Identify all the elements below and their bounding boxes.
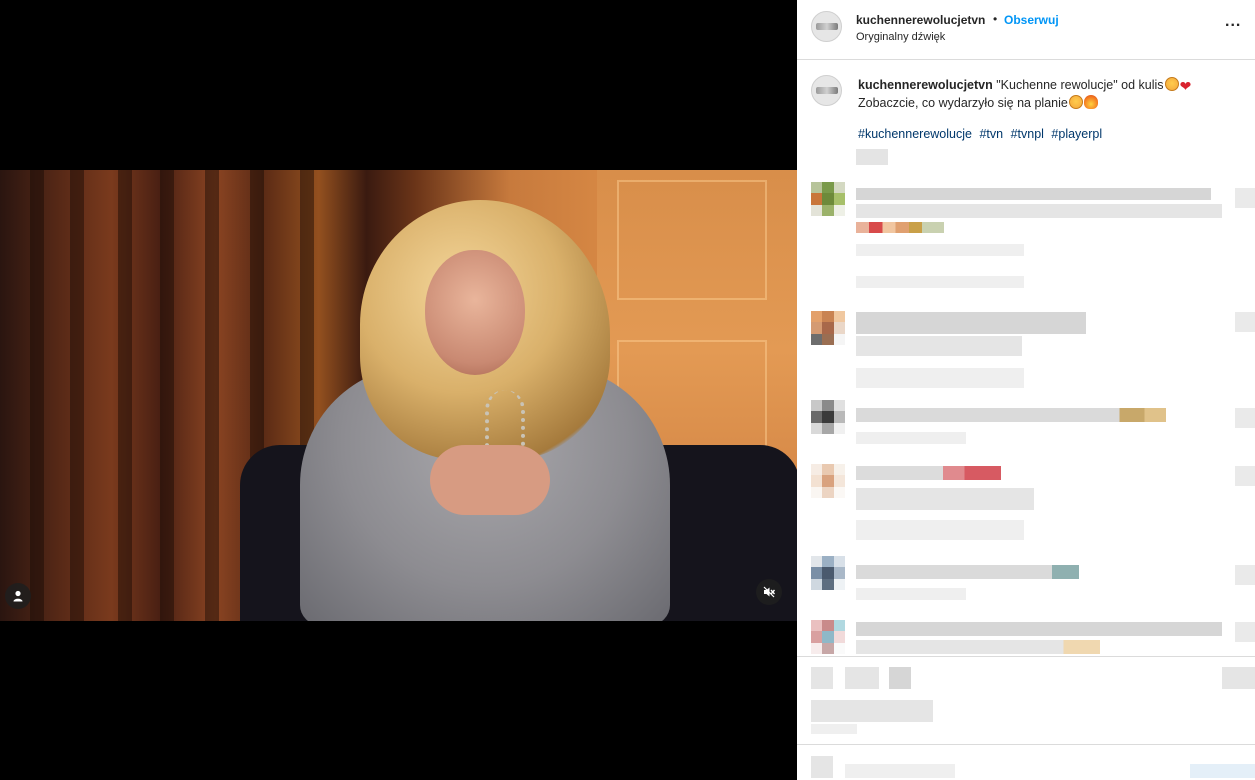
- blurred-comment-meta: [856, 588, 966, 600]
- comment-like-icon[interactable]: [1235, 188, 1255, 208]
- comment-like-icon[interactable]: [1235, 466, 1255, 486]
- blurred-comment-text: [856, 408, 1166, 422]
- blurred-comment-meta: [856, 432, 966, 444]
- avatar-logo: [816, 23, 838, 30]
- blurred-comment-avatar[interactable]: [811, 556, 845, 590]
- muted-speaker-icon: [763, 586, 776, 598]
- blurred-timestamp: [856, 149, 888, 165]
- person-hand: [430, 445, 550, 515]
- audio-link[interactable]: Oryginalny dźwięk: [856, 31, 945, 43]
- avatar-logo: [816, 87, 838, 94]
- profile-username-link[interactable]: kuchennerewolucjetvn: [856, 13, 985, 27]
- save-icon[interactable]: [1222, 667, 1255, 689]
- blurred-view-replies[interactable]: [856, 276, 1024, 288]
- blurred-comment-text: [856, 188, 1211, 200]
- blurred-emoji-row: [856, 222, 944, 233]
- blurred-post-button[interactable]: [1190, 764, 1255, 778]
- hashtag-link[interactable]: #kuchennerewolucje: [858, 127, 972, 141]
- blurred-comment-text: [856, 466, 1001, 480]
- hashtag-list: #kuchennerewolucje #tvn #tvnpl #playerpl: [858, 127, 1106, 141]
- caption-text-line2: Zobaczcie, co wydarzyło się na planie: [858, 96, 1068, 110]
- hashtag-link[interactable]: #playerpl: [1051, 127, 1102, 141]
- grimacing-emoji-icon: [1068, 95, 1083, 109]
- star-struck-emoji-icon: [1164, 77, 1179, 91]
- video-player[interactable]: [0, 170, 797, 621]
- curtain-fold: [30, 170, 44, 621]
- separator-dot: •: [993, 12, 998, 26]
- blurred-comment-text: [856, 565, 1079, 579]
- fire-emoji-icon: [1083, 95, 1098, 109]
- caption-avatar[interactable]: [811, 75, 842, 106]
- video-pane: [0, 0, 797, 780]
- user-icon: [13, 590, 23, 602]
- comment-like-icon[interactable]: [1235, 312, 1255, 332]
- blurred-post-date: [811, 724, 857, 734]
- comment-icon[interactable]: [845, 667, 879, 689]
- share-icon[interactable]: [889, 667, 911, 689]
- more-options-button[interactable]: ...: [1225, 13, 1241, 31]
- blurred-comment-text: [856, 622, 1222, 636]
- blurred-comment-text: [856, 640, 1100, 654]
- person-face: [425, 250, 525, 375]
- blurred-comment-meta: [856, 368, 1024, 388]
- blurred-comment-avatar[interactable]: [811, 182, 845, 216]
- blurred-comment-text: [856, 204, 1222, 218]
- mute-toggle-button[interactable]: [756, 579, 782, 605]
- heart-emoji-icon: ❤: [1179, 78, 1192, 94]
- like-icon[interactable]: [811, 667, 833, 689]
- comment-like-icon[interactable]: [1235, 408, 1255, 428]
- wall-molding: [617, 180, 767, 300]
- blurred-comment-meta: [856, 520, 1024, 540]
- blurred-comment-text: [856, 488, 1034, 510]
- blurred-likes-count: [811, 700, 933, 722]
- post-header: kuchennerewolucjetvn • Obserwuj Oryginal…: [797, 0, 1255, 60]
- blurred-comment-avatar[interactable]: [811, 464, 845, 498]
- hashtag-link[interactable]: #tvnpl: [1011, 127, 1044, 141]
- curtain-fold: [205, 170, 219, 621]
- caption-text-line1: "Kuchenne rewolucje" od kulis: [996, 78, 1164, 92]
- emoji-picker-icon[interactable]: [811, 756, 833, 778]
- post-sidebar: kuchennerewolucjetvn • Obserwuj Oryginal…: [797, 0, 1255, 780]
- blurred-comment-avatar[interactable]: [811, 311, 845, 345]
- curtain-fold: [160, 170, 174, 621]
- instagram-post-view: kuchennerewolucjetvn • Obserwuj Oryginal…: [0, 0, 1255, 780]
- comment-like-icon[interactable]: [1235, 622, 1255, 642]
- comment-box-divider: [797, 744, 1255, 745]
- profile-avatar[interactable]: [811, 11, 842, 42]
- tagged-users-button[interactable]: [5, 583, 31, 609]
- blurred-comment-text: [856, 312, 1086, 334]
- blurred-comment-input[interactable]: [845, 764, 955, 778]
- follow-button[interactable]: Obserwuj: [1004, 13, 1059, 27]
- blurred-comment-avatar[interactable]: [811, 620, 845, 654]
- comment-like-icon[interactable]: [1235, 565, 1255, 585]
- blurred-comment-meta: [856, 244, 1024, 256]
- post-caption: kuchennerewolucjetvn "Kuchenne rewolucje…: [858, 77, 1228, 112]
- actions-divider: [797, 656, 1255, 657]
- blurred-comment-text: [856, 336, 1022, 356]
- curtain-fold: [70, 170, 84, 621]
- curtain-fold: [118, 170, 132, 621]
- hashtag-link[interactable]: #tvn: [979, 127, 1003, 141]
- caption-username[interactable]: kuchennerewolucjetvn: [858, 78, 993, 92]
- blurred-comment-avatar[interactable]: [811, 400, 845, 434]
